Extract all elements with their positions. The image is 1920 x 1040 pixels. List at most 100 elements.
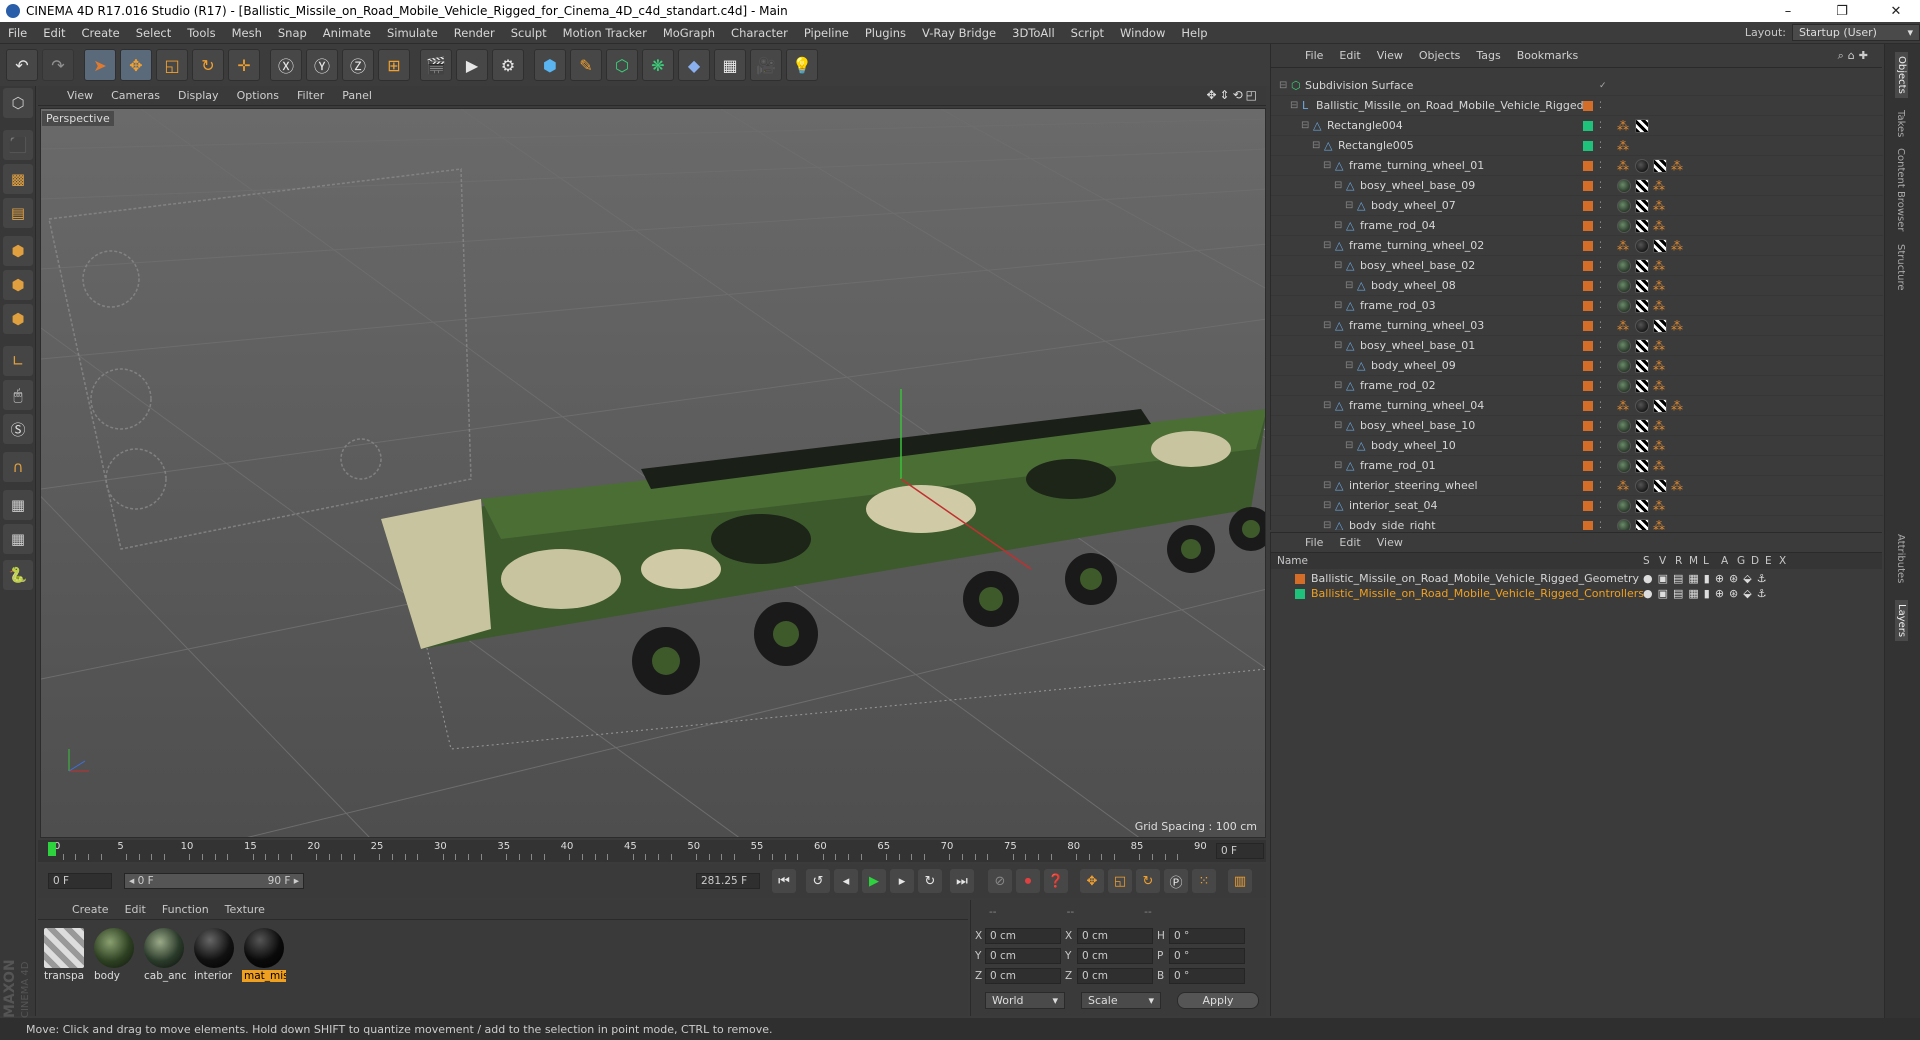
- viewport-menu-view[interactable]: View: [58, 89, 102, 102]
- tree-expand-icon[interactable]: ⊟: [1290, 100, 1298, 111]
- material-tag-icon[interactable]: [1617, 278, 1631, 293]
- tree-expand-icon[interactable]: ⊟: [1334, 380, 1342, 391]
- object-layer-swatch[interactable]: [1583, 120, 1593, 131]
- texture-tag-icon[interactable]: [1635, 258, 1649, 273]
- ik-tag-icon[interactable]: ⁂: [1617, 399, 1631, 413]
- model-mode-button[interactable]: ⬛: [3, 130, 33, 160]
- autokey-button[interactable]: ❓: [1044, 869, 1068, 893]
- world-dropdown[interactable]: World ▾: [985, 992, 1065, 1009]
- material-tag-icon[interactable]: [1635, 238, 1649, 253]
- object-layer-swatch[interactable]: [1583, 320, 1593, 331]
- render-settings-button[interactable]: ⚙: [492, 49, 524, 81]
- menu-motion-tracker[interactable]: Motion Tracker: [555, 26, 655, 40]
- viewport-menu-panel[interactable]: Panel: [333, 89, 381, 102]
- ik-tag-icon[interactable]: ⁂: [1617, 139, 1631, 153]
- visibility-dots-icon[interactable]: ⁚: [1599, 201, 1602, 211]
- texture-tag-icon[interactable]: [1635, 218, 1649, 233]
- object-tree-row[interactable]: ⊟ △ Rectangle005 ⁚ ⁂: [1271, 136, 1883, 156]
- object-layer-swatch[interactable]: [1583, 480, 1593, 491]
- tab-takes[interactable]: Takes: [1895, 110, 1906, 137]
- ik-tag-icon[interactable]: ⁂: [1653, 379, 1667, 393]
- object-layer-swatch[interactable]: [1583, 140, 1593, 151]
- ik-tag-icon[interactable]: ⁂: [1617, 239, 1631, 253]
- tree-expand-icon[interactable]: ⊟: [1334, 260, 1342, 271]
- object-layer-swatch[interactable]: [1583, 520, 1593, 530]
- ik-tag-icon[interactable]: ⁂: [1617, 319, 1631, 333]
- texture-tag-icon[interactable]: [1635, 278, 1649, 293]
- material-tag-icon[interactable]: [1617, 518, 1631, 530]
- prev-key-button[interactable]: ↺: [806, 869, 830, 893]
- y-axis-lock-button[interactable]: Ⓨ: [306, 49, 338, 81]
- visibility-dots-icon[interactable]: ⁚: [1599, 481, 1602, 491]
- material-tag-icon[interactable]: [1635, 158, 1649, 173]
- visibility-dots-icon[interactable]: ⁚: [1599, 441, 1602, 451]
- texture-tag-icon[interactable]: [1635, 498, 1649, 513]
- texture-mode-button[interactable]: ▩: [3, 164, 33, 194]
- pos-x-field[interactable]: 0 cm: [985, 928, 1061, 944]
- layer-menu-file[interactable]: File: [1297, 536, 1331, 549]
- visibility-dots-icon[interactable]: ⁚: [1599, 181, 1602, 191]
- add-array-button[interactable]: ❋: [642, 49, 674, 81]
- coordinate-system-button[interactable]: ⊞: [378, 49, 410, 81]
- object-tree-row[interactable]: ⊟ △ bosy_wheel_base_02 ⁚ ⁂: [1271, 256, 1883, 276]
- viewport-menu-options[interactable]: Options: [228, 89, 288, 102]
- viewport-nav-icons[interactable]: ✥⇕⟲◰: [1206, 88, 1260, 102]
- move-tool-button[interactable]: ✥: [120, 49, 152, 81]
- ik-tag-icon[interactable]: ⁂: [1653, 199, 1667, 213]
- material-menu-texture[interactable]: Texture: [217, 903, 273, 916]
- visibility-dots-icon[interactable]: ⁚: [1599, 461, 1602, 471]
- workplane-align-button[interactable]: ▦: [3, 524, 33, 554]
- object-tree-row[interactable]: ⊟ △ bosy_wheel_base_09 ⁚ ⁂: [1271, 176, 1883, 196]
- ik-tag-icon[interactable]: ⁂: [1653, 299, 1667, 313]
- texture-tag-icon[interactable]: [1653, 318, 1667, 333]
- tree-expand-icon[interactable]: ⊟: [1334, 220, 1342, 231]
- render-picture-viewer-button[interactable]: ▶: [456, 49, 488, 81]
- viewport-menu-cameras[interactable]: Cameras: [102, 89, 169, 102]
- object-layer-swatch[interactable]: [1583, 500, 1593, 511]
- texture-tag-icon[interactable]: [1653, 398, 1667, 413]
- object-layer-swatch[interactable]: [1583, 360, 1593, 371]
- object-layer-swatch[interactable]: [1583, 300, 1593, 311]
- object-manager-search-home-icons[interactable]: ⌕⌂✚: [1838, 49, 1872, 63]
- tab-attributes[interactable]: Attributes: [1895, 534, 1906, 583]
- ik-tag-icon[interactable]: ⁂: [1653, 459, 1667, 473]
- layer-row[interactable]: Ballistic_Missile_on_Road_Mobile_Vehicle…: [1271, 571, 1883, 586]
- menu-tools[interactable]: Tools: [179, 26, 223, 40]
- object-tree-row[interactable]: ⊟ △ body_wheel_10 ⁚ ⁂: [1271, 436, 1883, 456]
- material-tag-icon[interactable]: [1617, 298, 1631, 313]
- tree-expand-icon[interactable]: ⊟: [1279, 80, 1287, 91]
- object-menu-bookmarks[interactable]: Bookmarks: [1509, 49, 1586, 62]
- ik-tag-icon[interactable]: ⁂: [1653, 419, 1667, 433]
- end-frame-field[interactable]: 281.25 F: [696, 873, 760, 889]
- axis-mode-button[interactable]: ∟: [3, 346, 33, 376]
- ik-tag-icon[interactable]: ⁂: [1653, 339, 1667, 353]
- timeline-window-button[interactable]: ▥: [1228, 869, 1252, 893]
- material-menu-create[interactable]: Create: [64, 903, 117, 916]
- menu-animate[interactable]: Animate: [315, 26, 379, 40]
- material-tag-icon[interactable]: [1617, 338, 1631, 353]
- material-tag-icon[interactable]: [1617, 358, 1631, 373]
- material-tag-icon[interactable]: [1617, 418, 1631, 433]
- object-tree-row[interactable]: ⊟ △ frame_turning_wheel_03 ⁚ ⁂ ⁂: [1271, 316, 1883, 336]
- make-editable-button[interactable]: ⬡: [3, 88, 33, 118]
- polygons-mode-button[interactable]: ⬢: [3, 304, 33, 334]
- material-swatch[interactable]: cab_anc: [142, 926, 186, 984]
- menu-window[interactable]: Window: [1112, 26, 1173, 40]
- next-frame-button[interactable]: ▸: [890, 869, 914, 893]
- material-tag-icon[interactable]: [1635, 398, 1649, 413]
- ik-tag-icon[interactable]: ⁂: [1653, 519, 1667, 531]
- python-button[interactable]: 🐍: [3, 560, 33, 590]
- key-pla-button[interactable]: ⁙: [1192, 869, 1216, 893]
- object-tree-row[interactable]: ⊟ △ Rectangle004 ⁚ ⁂: [1271, 116, 1883, 136]
- visibility-dots-icon[interactable]: ⁚: [1599, 501, 1602, 511]
- object-tree-row[interactable]: ⊟ △ frame_rod_01 ⁚ ⁂: [1271, 456, 1883, 476]
- menu-create[interactable]: Create: [74, 26, 128, 40]
- material-tag-icon[interactable]: [1617, 258, 1631, 273]
- object-menu-view[interactable]: View: [1369, 49, 1411, 62]
- add-subdivision-button[interactable]: ⬡: [606, 49, 638, 81]
- menu-script[interactable]: Script: [1063, 26, 1112, 40]
- visibility-dots-icon[interactable]: ⁚: [1599, 381, 1602, 391]
- material-menu-edit[interactable]: Edit: [117, 903, 154, 916]
- size-x-field[interactable]: 0 cm: [1077, 928, 1153, 944]
- add-cube-button[interactable]: ⬢: [534, 49, 566, 81]
